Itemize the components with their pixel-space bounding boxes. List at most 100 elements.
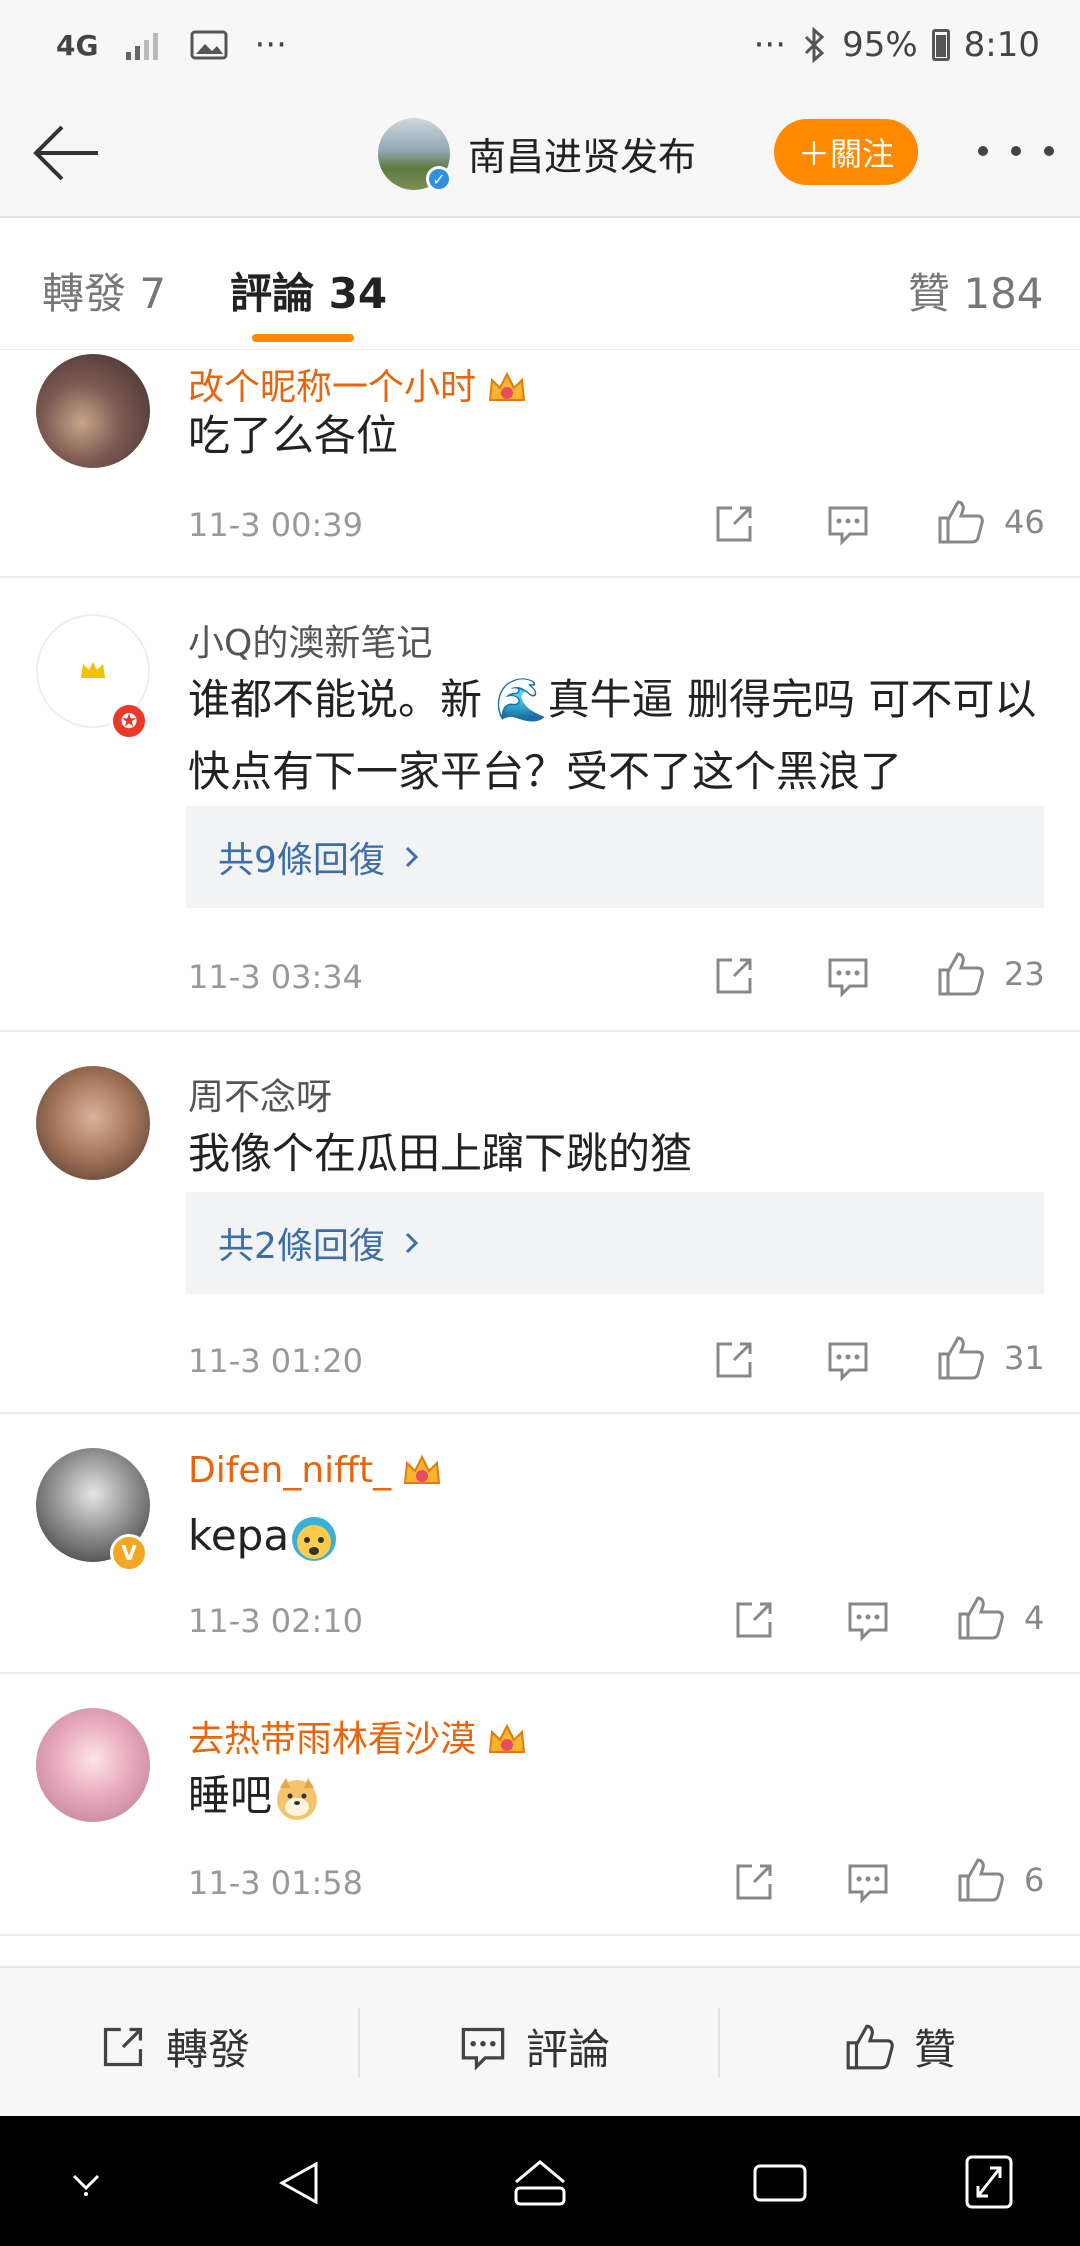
clock: 8:10 — [963, 25, 1040, 65]
like-count: 46 — [1004, 503, 1045, 541]
reply-icon[interactable] — [846, 1598, 890, 1642]
active-tab-indicator — [252, 334, 354, 342]
like-count: 31 — [1004, 1339, 1045, 1377]
comment-item: 周不念呀 我像个在瓜田上蹿下跳的猹 共2條回復 11-3 01:20 31 — [0, 1032, 1080, 1414]
comment-label: 評論 — [526, 2025, 611, 2074]
repost-button[interactable]: 轉發 — [98, 2016, 250, 2077]
view-replies-button[interactable]: 共9條回復 — [186, 806, 1044, 908]
comment-time: 11-3 01:20 — [188, 1342, 364, 1380]
comment-time: 11-3 03:34 — [188, 958, 364, 996]
bluetooth-icon — [805, 27, 825, 63]
like-count: 6 — [1024, 1861, 1045, 1899]
comment-text: kepa — [188, 1500, 1048, 1572]
commenter-name[interactable]: 周不念呀 — [188, 1068, 332, 1120]
thumbs-up-icon — [958, 1596, 1004, 1640]
vip-crown-icon — [488, 1723, 526, 1753]
reply-icon[interactable] — [846, 1860, 890, 1904]
top-nav: ✓ 南昌进贤发布 ＋關注 — [0, 90, 1080, 218]
network-label: 4G — [56, 28, 99, 62]
recent-apps-icon[interactable] — [752, 2160, 808, 2206]
crown-icon — [81, 662, 105, 678]
comment-text: 吃了么各位 — [188, 411, 399, 460]
divider — [718, 2008, 720, 2078]
commenter-name[interactable]: 去热带雨林看沙漠 — [188, 1710, 528, 1762]
follow-button[interactable]: ＋關注 — [774, 119, 918, 185]
repost-label: 轉發 — [166, 2025, 251, 2074]
like-post-button[interactable]: 贊 — [844, 2016, 956, 2077]
share-icon[interactable] — [732, 1598, 776, 1642]
verified-badge-icon: V — [110, 1534, 148, 1572]
thumbs-up-icon — [938, 500, 984, 544]
more-options-button[interactable] — [978, 136, 1054, 166]
battery-percent: 95% — [842, 25, 918, 65]
comment-text: 谁都不能说。新 🌊真牛逼 删得完吗 可不可以快点有下一家平台？受不了这个黑浪了 — [188, 675, 1037, 796]
like-button[interactable]: 4 — [956, 1594, 1044, 1642]
back-arrow-icon[interactable] — [28, 118, 104, 188]
signal-icon — [126, 33, 159, 60]
comment-item: 去热带雨林看沙漠 睡吧 11-3 01:58 6 — [0, 1674, 1080, 1936]
hide-keyboard-icon[interactable] — [66, 2162, 106, 2202]
commenter-name[interactable]: 小Q的澳新笔记 — [188, 614, 432, 666]
reply-icon[interactable] — [826, 502, 870, 546]
chevron-right-icon — [405, 846, 419, 868]
account-avatar[interactable]: ✓ — [378, 118, 452, 192]
thumbs-up-icon — [958, 1858, 1004, 1902]
replies-count-label: 共9條回復 — [218, 840, 385, 881]
like-button[interactable]: 23 — [936, 950, 1045, 998]
share-icon[interactable] — [712, 1338, 756, 1382]
like-button[interactable]: 31 — [936, 1334, 1045, 1382]
back-icon[interactable] — [272, 2156, 326, 2210]
thumbs-up-icon — [938, 1336, 984, 1380]
fearful-face-emoji-icon — [292, 1516, 337, 1561]
comment-item: V Difen_nifft_ kepa 11-3 02:10 4 — [0, 1414, 1080, 1674]
like-label: 贊 — [914, 2025, 957, 2074]
more-dots: ··· — [753, 25, 787, 65]
share-icon[interactable] — [712, 954, 756, 998]
tab-reposts[interactable]: 轉發 7 — [42, 260, 166, 321]
tab-comments[interactable]: 評論 34 — [230, 260, 387, 321]
view-replies-button[interactable]: 共2條回復 — [186, 1192, 1044, 1294]
comment-item: ✪ 小Q的澳新笔记 谁都不能说。新 🌊真牛逼 删得完吗 可不可以快点有下一家平台… — [0, 578, 1080, 1032]
like-count: 23 — [1004, 955, 1045, 993]
reply-icon[interactable] — [826, 954, 870, 998]
divider — [358, 2008, 360, 2078]
reply-icon[interactable] — [826, 1338, 870, 1382]
tab-likes[interactable]: 贊 184 — [908, 260, 1044, 321]
comment-icon — [461, 2027, 505, 2071]
avatar[interactable] — [36, 354, 150, 468]
replies-count-label: 共2條回復 — [218, 1226, 385, 1267]
comment-text: 睡吧 — [188, 1760, 1048, 1832]
like-count: 4 — [1024, 1599, 1045, 1637]
comment-time: 11-3 02:10 — [188, 1602, 364, 1640]
share-icon[interactable] — [712, 502, 756, 546]
image-icon — [190, 30, 228, 60]
comment-button[interactable]: 評論 — [458, 2016, 610, 2077]
share-icon[interactable] — [732, 1860, 776, 1904]
home-icon[interactable] — [508, 2156, 572, 2210]
comment-text: 我像个在瓜田上蹿下跳的猹 — [188, 1129, 693, 1178]
verified-badge-icon: ✓ — [426, 166, 452, 192]
account-name[interactable]: 南昌进贤发布 — [468, 126, 696, 181]
chevron-right-icon — [405, 1232, 419, 1254]
rotate-screen-icon[interactable] — [964, 2154, 1014, 2210]
avatar[interactable] — [36, 1708, 150, 1822]
vip-crown-icon — [404, 1454, 441, 1484]
doge-emoji-icon — [277, 1777, 318, 1820]
notification-dots: ··· — [254, 25, 287, 65]
avatar[interactable] — [36, 1066, 150, 1180]
like-button[interactable]: 46 — [936, 498, 1045, 546]
system-nav-bar — [0, 2116, 1080, 2246]
battery-icon — [931, 29, 950, 61]
user-badge-icon: ✪ — [110, 702, 148, 740]
comment-time: 11-3 00:39 — [188, 506, 364, 544]
status-bar: 4G ··· ··· 95% 8:10 — [0, 0, 1080, 90]
comment-time: 11-3 01:58 — [188, 1864, 364, 1902]
tab-bar: 轉發 7 評論 34 贊 184 — [0, 218, 1080, 350]
commenter-name[interactable]: Difen_nifft_ — [188, 1450, 443, 1491]
comment-item: 改个昵称一个小时 吃了么各位 11-3 00:39 46 — [0, 350, 1080, 578]
bottom-action-bar: 轉發 評論 贊 — [0, 1966, 1080, 2116]
like-button[interactable]: 6 — [956, 1856, 1044, 1904]
comment-list: 改个昵称一个小时 吃了么各位 11-3 00:39 46 ✪ 小Q的澳新笔记 谁… — [0, 350, 1080, 1936]
thumbs-up-icon — [846, 2024, 894, 2069]
share-icon — [103, 2027, 143, 2066]
